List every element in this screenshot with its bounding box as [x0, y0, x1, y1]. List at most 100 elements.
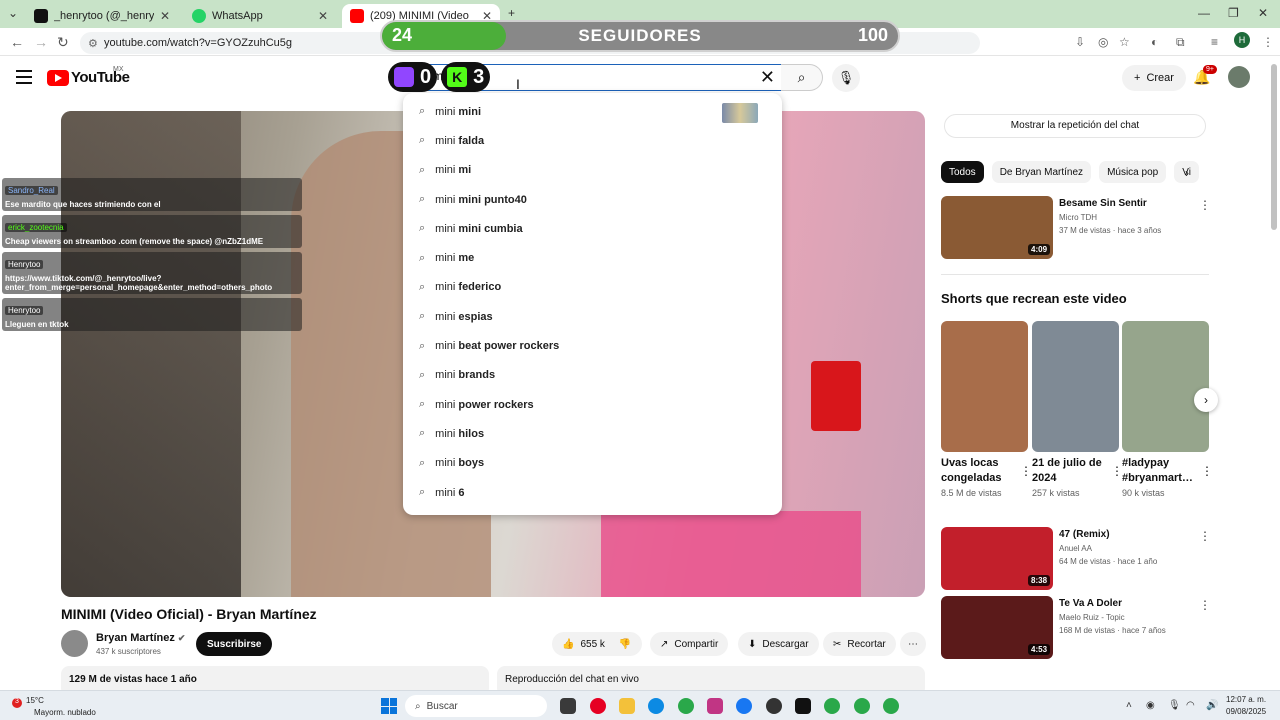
weather-widget[interactable]: 3 15°C Mayorm. nublado: [12, 696, 96, 717]
recommended-video[interactable]: 4:09 Besame Sin Sentir Micro TDH 37 M de…: [941, 196, 1211, 260]
search-button[interactable]: ⌕: [781, 64, 823, 91]
chevron-right-icon[interactable]: ›: [1185, 166, 1189, 180]
windows-start-icon[interactable]: [381, 698, 397, 714]
pinterest-icon[interactable]: [590, 698, 606, 714]
suggestion-item[interactable]: ⌕ mini 6: [403, 478, 782, 507]
chevron-up-icon[interactable]: ˄: [1126, 700, 1132, 711]
tiktok-icon[interactable]: [795, 698, 811, 714]
more-vertical-icon[interactable]: ⋮: [1201, 464, 1213, 478]
channel-name[interactable]: Anuel AA: [1059, 544, 1092, 553]
short-title[interactable]: 21 de julio de 2024: [1032, 456, 1107, 486]
suggestion-item[interactable]: ⌕ mini federico: [403, 273, 782, 302]
more-vertical-icon[interactable]: ⋮: [1199, 598, 1211, 612]
forward-icon[interactable]: →: [34, 34, 48, 50]
chrome-profile-icon[interactable]: [883, 698, 899, 714]
profile-avatar[interactable]: H: [1234, 32, 1250, 48]
thumbs-up-icon[interactable]: 👍: [562, 639, 574, 650]
thumbs-down-icon[interactable]: 👎: [619, 639, 631, 650]
more-actions-button[interactable]: ⋯: [900, 632, 926, 656]
channel-name[interactable]: Micro TDH: [1059, 213, 1097, 222]
show-chat-replay-button[interactable]: Mostrar la repetición del chat: [944, 114, 1206, 138]
suggestion-item[interactable]: ⌕ mini falda: [403, 126, 782, 155]
short-card[interactable]: Uvas locas congeladas 8.5 M de vistas ⋮: [941, 321, 1032, 498]
suggestion-item[interactable]: ⌕ mini espias: [403, 302, 782, 331]
suggestion-item[interactable]: ⌕ mini power rockers: [403, 390, 782, 419]
subscribe-button[interactable]: Suscribirse: [196, 632, 273, 656]
recommended-video[interactable]: 8:38 47 (Remix) Anuel AA 64 M de vistas …: [941, 527, 1211, 591]
download-button[interactable]: ⬇ Descargar: [738, 632, 819, 656]
new-tab-button[interactable]: +: [508, 6, 515, 20]
chrome-icon[interactable]: [678, 698, 694, 714]
close-window-button[interactable]: ✕: [1258, 6, 1268, 20]
maximize-button[interactable]: ❐: [1228, 6, 1239, 20]
chevron-right-icon[interactable]: ›: [1194, 388, 1218, 412]
like-dislike-button[interactable]: 👍 655 k 👎: [552, 632, 642, 656]
recommended-video[interactable]: 4:53 Te Va A Doler Maelo Ruiz - Topic 16…: [941, 596, 1211, 660]
tab-search-icon[interactable]: ⌄: [8, 6, 18, 20]
facebook-icon[interactable]: [736, 698, 752, 714]
suggestion-item[interactable]: ⌕ mini mini cumbia: [403, 214, 782, 243]
video-title[interactable]: Te Va A Doler: [1059, 598, 1199, 609]
suggestion-item[interactable]: ⌕ mini mi: [403, 156, 782, 185]
short-title[interactable]: #ladypay #bryanmart…: [1122, 456, 1197, 486]
channel-name-text[interactable]: Bryan Martínez: [96, 632, 175, 644]
file-explorer-icon[interactable]: [619, 698, 635, 714]
short-thumbnail[interactable]: [941, 321, 1028, 452]
chrome-profile-icon[interactable]: [824, 698, 840, 714]
network-icon[interactable]: ◉: [1146, 700, 1155, 711]
filter-chip[interactable]: Todos: [941, 161, 984, 183]
back-icon[interactable]: ←: [10, 34, 24, 50]
taskbar-search[interactable]: ⌕ Buscar: [405, 695, 547, 717]
more-vertical-icon[interactable]: ⋮: [1020, 464, 1032, 478]
page-scrollbar[interactable]: [1271, 64, 1277, 230]
site-info-icon[interactable]: ⚙: [88, 37, 98, 50]
short-thumbnail[interactable]: [1032, 321, 1119, 452]
channel-avatar[interactable]: [61, 630, 88, 657]
extension-icon[interactable]: ◐: [1151, 35, 1158, 49]
suggestion-item[interactable]: ⌕ mini mini punto40: [403, 185, 782, 214]
suggestion-item[interactable]: ⌕ mini me: [403, 243, 782, 272]
install-icon[interactable]: ⇩: [1075, 35, 1085, 49]
puzzle-icon[interactable]: ⧉: [1176, 35, 1185, 50]
short-card[interactable]: 21 de julio de 2024 257 k vistas ⋮: [1032, 321, 1123, 498]
voice-search-button[interactable]: 🎙: [832, 64, 860, 92]
clear-search-icon[interactable]: ✕: [760, 67, 775, 88]
tab-whatsapp[interactable]: WhatsApp ✕: [184, 4, 336, 28]
obs-icon[interactable]: [766, 698, 782, 714]
menu-icon[interactable]: ⋮: [1262, 35, 1274, 49]
account-avatar[interactable]: [1228, 66, 1250, 88]
eye-off-icon[interactable]: ◎: [1098, 35, 1108, 49]
suggestion-item[interactable]: ⌕ mini beat power rockers: [403, 331, 782, 360]
clip-button[interactable]: ✂ Recortar: [823, 632, 896, 656]
chrome-profile-icon[interactable]: [854, 698, 870, 714]
filter-chip[interactable]: De Bryan Martínez: [991, 161, 1092, 183]
tab-group-icon[interactable]: ≡: [1211, 35, 1218, 49]
suggestion-thumbnail[interactable]: [722, 103, 758, 123]
edge-icon[interactable]: [648, 698, 664, 714]
channel-name[interactable]: Maelo Ruiz - Topic: [1059, 613, 1125, 622]
instagram-icon[interactable]: [707, 698, 723, 714]
channel-name[interactable]: Bryan Martínez ✔: [96, 632, 185, 644]
short-thumbnail[interactable]: [1122, 321, 1209, 452]
bookmark-star-icon[interactable]: ☆: [1119, 35, 1130, 49]
more-vertical-icon[interactable]: ⋮: [1199, 529, 1211, 543]
video-title[interactable]: 47 (Remix): [1059, 529, 1199, 540]
system-clock[interactable]: 12:07 a. m. 09/08/2025: [1226, 694, 1266, 718]
volume-icon[interactable]: 🔊: [1206, 700, 1218, 711]
microphone-icon[interactable]: 🎙: [1168, 700, 1181, 711]
tab-tiktok[interactable]: _henrytoo (@_henrytoo) en ✕: [26, 4, 178, 28]
video-title[interactable]: Besame Sin Sentir: [1059, 198, 1199, 209]
reload-icon[interactable]: ↻: [57, 34, 69, 51]
short-title[interactable]: Uvas locas congeladas: [941, 456, 1016, 486]
wifi-icon[interactable]: ◠: [1186, 700, 1195, 711]
more-vertical-icon[interactable]: ⋮: [1199, 198, 1211, 212]
share-button[interactable]: ↗ Compartir: [650, 632, 729, 656]
suggestion-item[interactable]: ⌕ mini hilos: [403, 419, 782, 448]
close-icon[interactable]: ✕: [160, 9, 170, 23]
create-button[interactable]: + Crear: [1122, 65, 1186, 91]
task-view-icon[interactable]: [560, 698, 576, 714]
short-card[interactable]: #ladypay #bryanmart… 90 k vistas ⋮: [1122, 321, 1213, 498]
hamburger-menu-icon[interactable]: [16, 70, 32, 88]
minimize-button[interactable]: —: [1198, 6, 1210, 20]
close-icon[interactable]: ✕: [318, 9, 328, 23]
